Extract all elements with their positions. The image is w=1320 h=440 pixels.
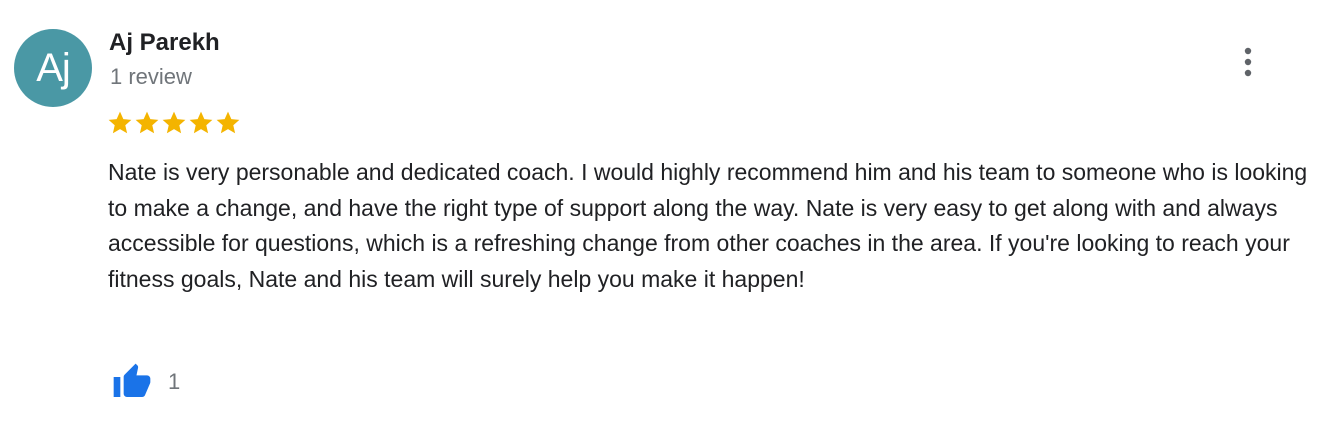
like-row: 1 (108, 362, 180, 402)
avatar-initials: Aj (36, 45, 71, 90)
more-options-button[interactable] (1232, 42, 1264, 82)
like-count: 1 (168, 369, 181, 394)
thumbs-up-icon (113, 363, 151, 397)
review-count: 1 review (110, 64, 192, 89)
review-card: Aj Aj Parekh 1 review Nate is very perso… (0, 0, 1320, 440)
star-icon (108, 111, 132, 134)
star-icon (216, 111, 240, 134)
star-icon (162, 111, 186, 134)
star-icon (189, 111, 213, 134)
star-icon (135, 111, 159, 134)
author-name[interactable]: Aj Parekh (109, 29, 220, 57)
star-rating (107, 110, 241, 136)
more-vert-icon (1244, 47, 1252, 77)
review-text: Nate is very personable and dedicated co… (108, 159, 1308, 292)
like-button[interactable] (108, 362, 156, 402)
avatar[interactable]: Aj (14, 29, 92, 107)
